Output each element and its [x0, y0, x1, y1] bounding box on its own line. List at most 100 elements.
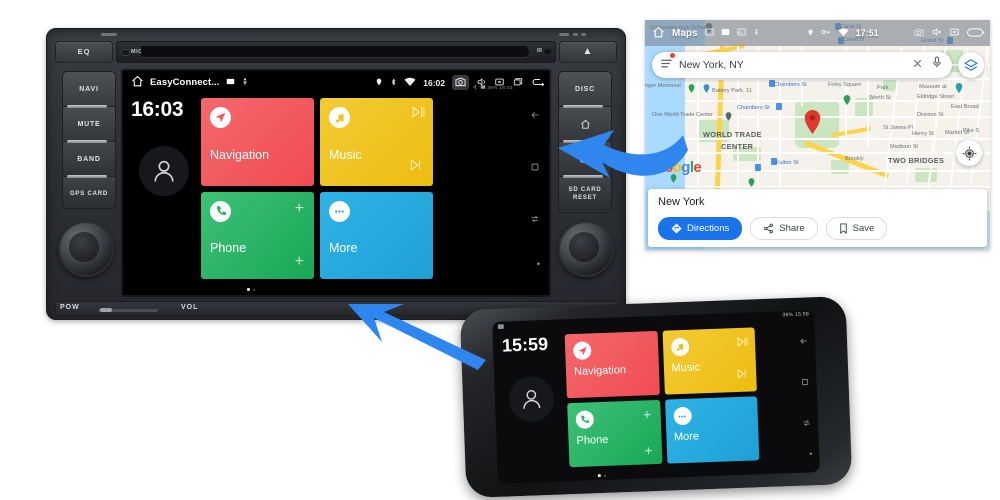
mute-speaker-icon[interactable]: [931, 27, 942, 39]
plus-icon[interactable]: +: [295, 254, 304, 270]
tune-knob[interactable]: [558, 221, 614, 277]
my-location-icon[interactable]: [956, 140, 982, 166]
tile-phone[interactable]: Phone + +: [201, 191, 314, 279]
avatar[interactable]: [139, 146, 189, 196]
camera-icon[interactable]: [452, 75, 469, 90]
play-pause-icon[interactable]: [411, 105, 426, 123]
tile-navigation[interactable]: Navigation: [201, 98, 314, 186]
switch-icon[interactable]: [530, 214, 540, 227]
back-icon[interactable]: [530, 110, 540, 123]
volume-slider[interactable]: [98, 308, 158, 312]
phone-clock-pane: 15:59: [493, 331, 570, 484]
band-label: BAND: [77, 155, 101, 163]
key-icon: [820, 28, 831, 38]
square-icon[interactable]: [530, 162, 540, 175]
tile-more[interactable]: More: [664, 396, 760, 464]
microphone-icon[interactable]: [932, 56, 942, 74]
volume-label: VOL: [181, 304, 199, 311]
plus-icon[interactable]: +: [644, 442, 653, 458]
camera-icon[interactable]: [914, 28, 924, 39]
bluetooth-icon: [390, 77, 397, 89]
layers-icon[interactable]: [958, 52, 984, 78]
bezel-led-left: [101, 33, 117, 36]
avatar[interactable]: [508, 375, 555, 423]
page-dot: [603, 474, 606, 477]
poi-pin: [703, 80, 710, 98]
map-label: Chambers St: [774, 82, 807, 88]
mute-button[interactable]: MUTE: [63, 107, 115, 143]
ellipsis-icon: [329, 200, 350, 222]
hamburger-menu-icon[interactable]: [660, 53, 675, 74]
smartphone: 36% 15:59 15:59 Navigation Music Phone +…: [459, 295, 853, 499]
home-icon[interactable]: [652, 26, 665, 41]
directions-button[interactable]: Directions: [658, 217, 743, 240]
plus-icon[interactable]: +: [643, 406, 652, 422]
wifi-icon: [838, 28, 849, 39]
map-pin-icon[interactable]: [804, 110, 821, 139]
music-note-icon: [670, 337, 690, 357]
dot-icon[interactable]: •: [809, 449, 812, 458]
home-icon[interactable]: [131, 75, 144, 90]
poi-pin: [725, 108, 732, 126]
gallery-icon: [226, 77, 235, 88]
tile-navigation[interactable]: Navigation: [564, 330, 660, 399]
eq-button[interactable]: EQ: [55, 40, 113, 63]
map-label: Brookly: [845, 156, 864, 162]
map-label: Eldridge Street: [917, 94, 955, 100]
app-tile-grid: Navigation Music Phone + + More: [201, 94, 433, 295]
map-label: St James Pl: [883, 125, 913, 131]
map-label: Henry St: [912, 131, 934, 137]
map-label: Park: [877, 85, 889, 91]
page-dot: [253, 288, 255, 291]
sd-card-reset-label: SD CARD RESET: [568, 187, 602, 201]
power-label: POW: [60, 304, 80, 311]
screen-clock: 16:03: [131, 98, 184, 121]
back-icon[interactable]: [799, 336, 808, 347]
phone-app-tile-grid: Navigation Music Phone + + More: [564, 324, 760, 481]
map-app-title: Maps: [672, 27, 698, 39]
navi-button[interactable]: NAVI: [63, 72, 115, 108]
app-title: EasyConnect...: [150, 77, 220, 88]
eject-button[interactable]: ▲: [559, 40, 617, 63]
square-icon[interactable]: [800, 377, 809, 388]
transit-marker: [776, 103, 782, 110]
photo-icon: [736, 28, 746, 38]
tile-music[interactable]: Music: [320, 98, 433, 186]
disc-slot[interactable]: MIC IR: [116, 40, 556, 63]
share-button[interactable]: Share: [750, 217, 818, 240]
plus-icon[interactable]: +: [295, 200, 304, 217]
bezel-led-right-2: [573, 33, 578, 36]
mute-box-icon[interactable]: [949, 27, 960, 39]
head-unit-touchscreen[interactable]: EasyConnect... 16:02 36% 16:03 16:03 Nav…: [121, 69, 551, 297]
recents-icon[interactable]: [512, 77, 524, 89]
wifi-icon: [404, 77, 416, 89]
back-arrow-icon[interactable]: [531, 77, 545, 89]
dot-icon[interactable]: •: [537, 260, 540, 269]
close-icon[interactable]: [912, 56, 923, 74]
map-search-bar[interactable]: New York, NY: [652, 52, 952, 78]
tile-music[interactable]: Music: [662, 327, 757, 395]
mirrored-status-text: 36% 16:03: [487, 85, 513, 90]
gps-card-slot[interactable]: GPS CARD: [63, 177, 115, 208]
navi-label: NAVI: [79, 85, 99, 93]
map-android-status-bar: Maps 17:51: [645, 20, 990, 46]
tile-more[interactable]: More: [320, 191, 433, 279]
phone-screen[interactable]: 36% 15:59 15:59 Navigation Music Phone +…: [492, 310, 820, 484]
phone-status-text: 36% 15:59: [782, 311, 810, 319]
tile-phone[interactable]: Phone + +: [567, 399, 662, 468]
phone-handset-icon: [210, 200, 231, 222]
switch-icon[interactable]: [802, 418, 811, 429]
location-pin-icon: [375, 77, 383, 89]
head-unit-top-bezel: EQ MIC IR ▲: [55, 40, 617, 63]
save-button[interactable]: Save: [825, 217, 888, 240]
tile-label: More: [673, 430, 700, 444]
next-track-icon[interactable]: [409, 158, 422, 176]
clock-avatar-pane: 16:03: [123, 94, 201, 295]
band-button[interactable]: BAND: [63, 142, 115, 178]
map-label: Division St: [917, 112, 944, 118]
play-pause-icon[interactable]: [736, 334, 750, 352]
next-track-icon[interactable]: [736, 366, 748, 384]
power-volume-knob[interactable]: [58, 221, 114, 277]
car-head-unit: EQ MIC IR ▲ NAVI MUTE BAND GPS CARD Easy…: [46, 28, 626, 320]
search-query-text[interactable]: New York, NY: [679, 59, 912, 71]
